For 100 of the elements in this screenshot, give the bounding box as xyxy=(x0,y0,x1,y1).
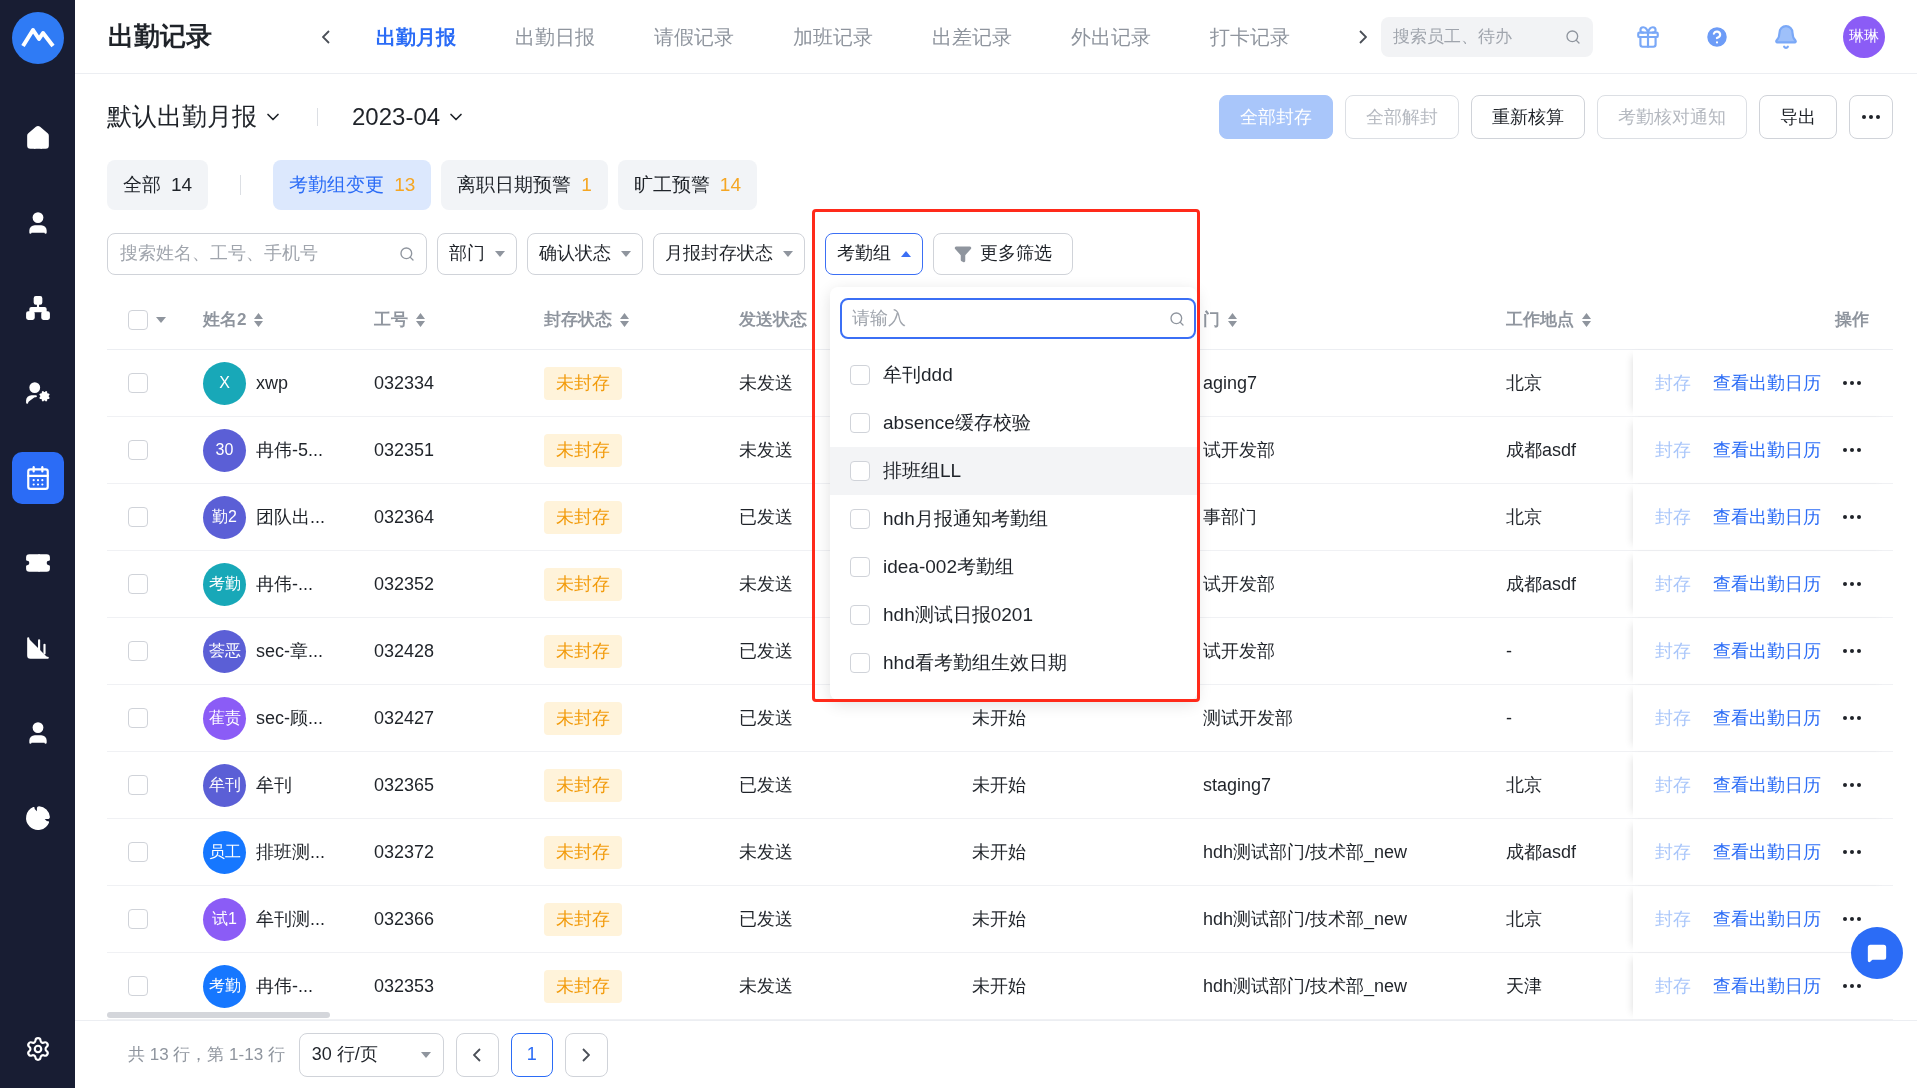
status-badge: 未封存 xyxy=(544,634,622,668)
checkbox[interactable] xyxy=(850,653,870,673)
chat-button[interactable] xyxy=(1851,927,1903,979)
checkbox[interactable] xyxy=(128,440,148,460)
filter-tab[interactable]: 离职日期预警 1 xyxy=(441,160,608,210)
search-field[interactable]: 请输入 xyxy=(840,298,1196,339)
scrollbar[interactable] xyxy=(107,1012,330,1018)
table-cell: 成都asdf xyxy=(1506,439,1577,460)
checkbox[interactable] xyxy=(850,509,870,529)
nav-tab[interactable]: 打卡记录 xyxy=(1180,21,1319,52)
nav-tab[interactable]: 外出记录 xyxy=(1041,21,1180,52)
dropdown-option[interactable]: hdh测试日报0201 xyxy=(830,591,1197,639)
more-icon[interactable] xyxy=(1843,917,1861,921)
calendar-link[interactable]: 查看出勤日历 xyxy=(1713,838,1821,866)
dropdown-option[interactable]: 排班组LL xyxy=(830,447,1197,495)
column-header: 工作地点 xyxy=(1506,308,1574,331)
calendar-link[interactable]: 查看出勤日历 xyxy=(1713,972,1821,1000)
more-filters-button[interactable]: 更多筛选 xyxy=(933,232,1073,275)
table-cell: 成都asdf xyxy=(1506,573,1577,594)
calendar-link[interactable]: 查看出勤日历 xyxy=(1713,637,1821,665)
dropdown-option[interactable]: hhd看考勤组生效日期 xyxy=(830,639,1197,687)
checkbox[interactable] xyxy=(850,605,870,625)
user-avatar: 考勤 xyxy=(203,964,246,1008)
checkbox[interactable] xyxy=(850,413,870,433)
checkbox[interactable] xyxy=(128,373,148,393)
checkbox[interactable] xyxy=(128,641,148,661)
nav-tab[interactable]: 出差记录 xyxy=(902,21,1041,52)
checkbox[interactable] xyxy=(128,574,148,594)
dropdown-option[interactable]: hdh月报通知考勤组 xyxy=(830,495,1197,543)
nav-tab[interactable]: 出勤月报 xyxy=(346,21,485,52)
calendar-link[interactable]: 查看出勤日历 xyxy=(1713,503,1821,531)
table-cell: 试开发部 xyxy=(1203,640,1275,661)
more-icon[interactable] xyxy=(1843,984,1861,988)
report-selector[interactable]: 默认出勤月报 xyxy=(107,98,283,136)
action-button[interactable]: 导出 xyxy=(1759,95,1837,139)
more-icon[interactable] xyxy=(1843,381,1861,385)
filter-dropdown[interactable]: 月报封存状态 xyxy=(653,232,805,275)
caret-down-icon xyxy=(783,250,793,257)
column-header: 操作 xyxy=(1835,308,1869,331)
search-icon xyxy=(1565,28,1581,45)
calendar-link[interactable]: 查看出勤日历 xyxy=(1713,905,1821,933)
checkbox[interactable] xyxy=(128,842,148,862)
search-icon xyxy=(1169,310,1185,327)
more-icon[interactable] xyxy=(1843,649,1861,653)
status-badge: 未封存 xyxy=(544,969,622,1003)
calendar-link[interactable]: 查看出勤日历 xyxy=(1713,570,1821,598)
settings-icon[interactable] xyxy=(24,1036,51,1062)
calendar-link[interactable]: 查看出勤日历 xyxy=(1713,436,1821,464)
page-size-select[interactable]: 30 行/页 xyxy=(298,1032,444,1077)
more-icon[interactable] xyxy=(1843,582,1861,586)
checkbox[interactable] xyxy=(128,909,148,929)
checkbox[interactable] xyxy=(128,976,148,996)
filter-tab[interactable]: 全部 14 xyxy=(107,160,209,210)
dropdown-option[interactable]: absence缓存校验 xyxy=(830,399,1197,447)
caret-down-icon xyxy=(156,316,166,323)
next-page-button[interactable] xyxy=(564,1032,608,1077)
action-button[interactable]: 重新核算 xyxy=(1471,95,1585,139)
more-icon[interactable] xyxy=(1843,515,1861,519)
table-cell: 未开始 xyxy=(972,908,1026,929)
dropdown-option[interactable]: 牟刊ddd xyxy=(830,351,1197,399)
table-cell: 测试开发部 xyxy=(1203,707,1293,728)
table-cell-text: 排班测... xyxy=(256,840,325,864)
sidebar-item[interactable] xyxy=(11,452,64,504)
page-button[interactable]: 1 xyxy=(510,1032,553,1077)
nav-tab[interactable]: 出勤日报 xyxy=(485,21,624,52)
dropdown-option[interactable]: idea-002考勤组 xyxy=(830,543,1197,591)
more-icon[interactable] xyxy=(1843,716,1861,720)
column-header: 发送状态 xyxy=(739,308,807,331)
calendar-link[interactable]: 查看出勤日历 xyxy=(1713,704,1821,732)
more-icon[interactable] xyxy=(1843,448,1861,452)
more-icon[interactable] xyxy=(1843,783,1861,787)
table-cell: - xyxy=(1506,640,1512,661)
more-icon[interactable] xyxy=(1862,115,1880,119)
filter-tab[interactable]: 旷工预警 14 xyxy=(617,160,757,210)
notification-icon[interactable] xyxy=(1773,23,1799,50)
checkbox[interactable] xyxy=(128,708,148,728)
table-cell: 事部门 xyxy=(1203,506,1257,527)
more-icon[interactable] xyxy=(1843,850,1861,854)
month-selector[interactable]: 2023-04 xyxy=(352,99,467,135)
filter-dropdown[interactable]: 部门 xyxy=(437,232,517,275)
previous-page-button[interactable] xyxy=(455,1032,499,1077)
nav-tab[interactable]: 请假记录 xyxy=(624,21,763,52)
filter-dropdown[interactable]: 考勤组 xyxy=(825,232,923,275)
logo[interactable] xyxy=(11,12,64,64)
checkbox[interactable] xyxy=(850,557,870,577)
calendar-link[interactable]: 查看出勤日历 xyxy=(1713,771,1821,799)
pie-chart-icon xyxy=(24,805,51,831)
filter-dropdown[interactable]: 确认状态 xyxy=(527,232,643,275)
checkbox[interactable] xyxy=(850,461,870,481)
checkbox[interactable] xyxy=(128,309,148,330)
search-field[interactable]: 搜索员工、待办 xyxy=(1381,16,1593,57)
user-avatar[interactable]: 琳琳 xyxy=(1843,15,1885,58)
calendar-link[interactable]: 查看出勤日历 xyxy=(1713,369,1821,397)
checkbox[interactable] xyxy=(128,507,148,527)
checkbox[interactable] xyxy=(128,775,148,795)
checkbox[interactable] xyxy=(850,365,870,385)
table-cell: 032366 xyxy=(374,908,435,929)
filter-tab[interactable]: 考勤组变更 13 xyxy=(273,160,432,210)
gift-icon[interactable] xyxy=(1635,23,1661,50)
nav-tab[interactable]: 加班记录 xyxy=(763,21,902,52)
